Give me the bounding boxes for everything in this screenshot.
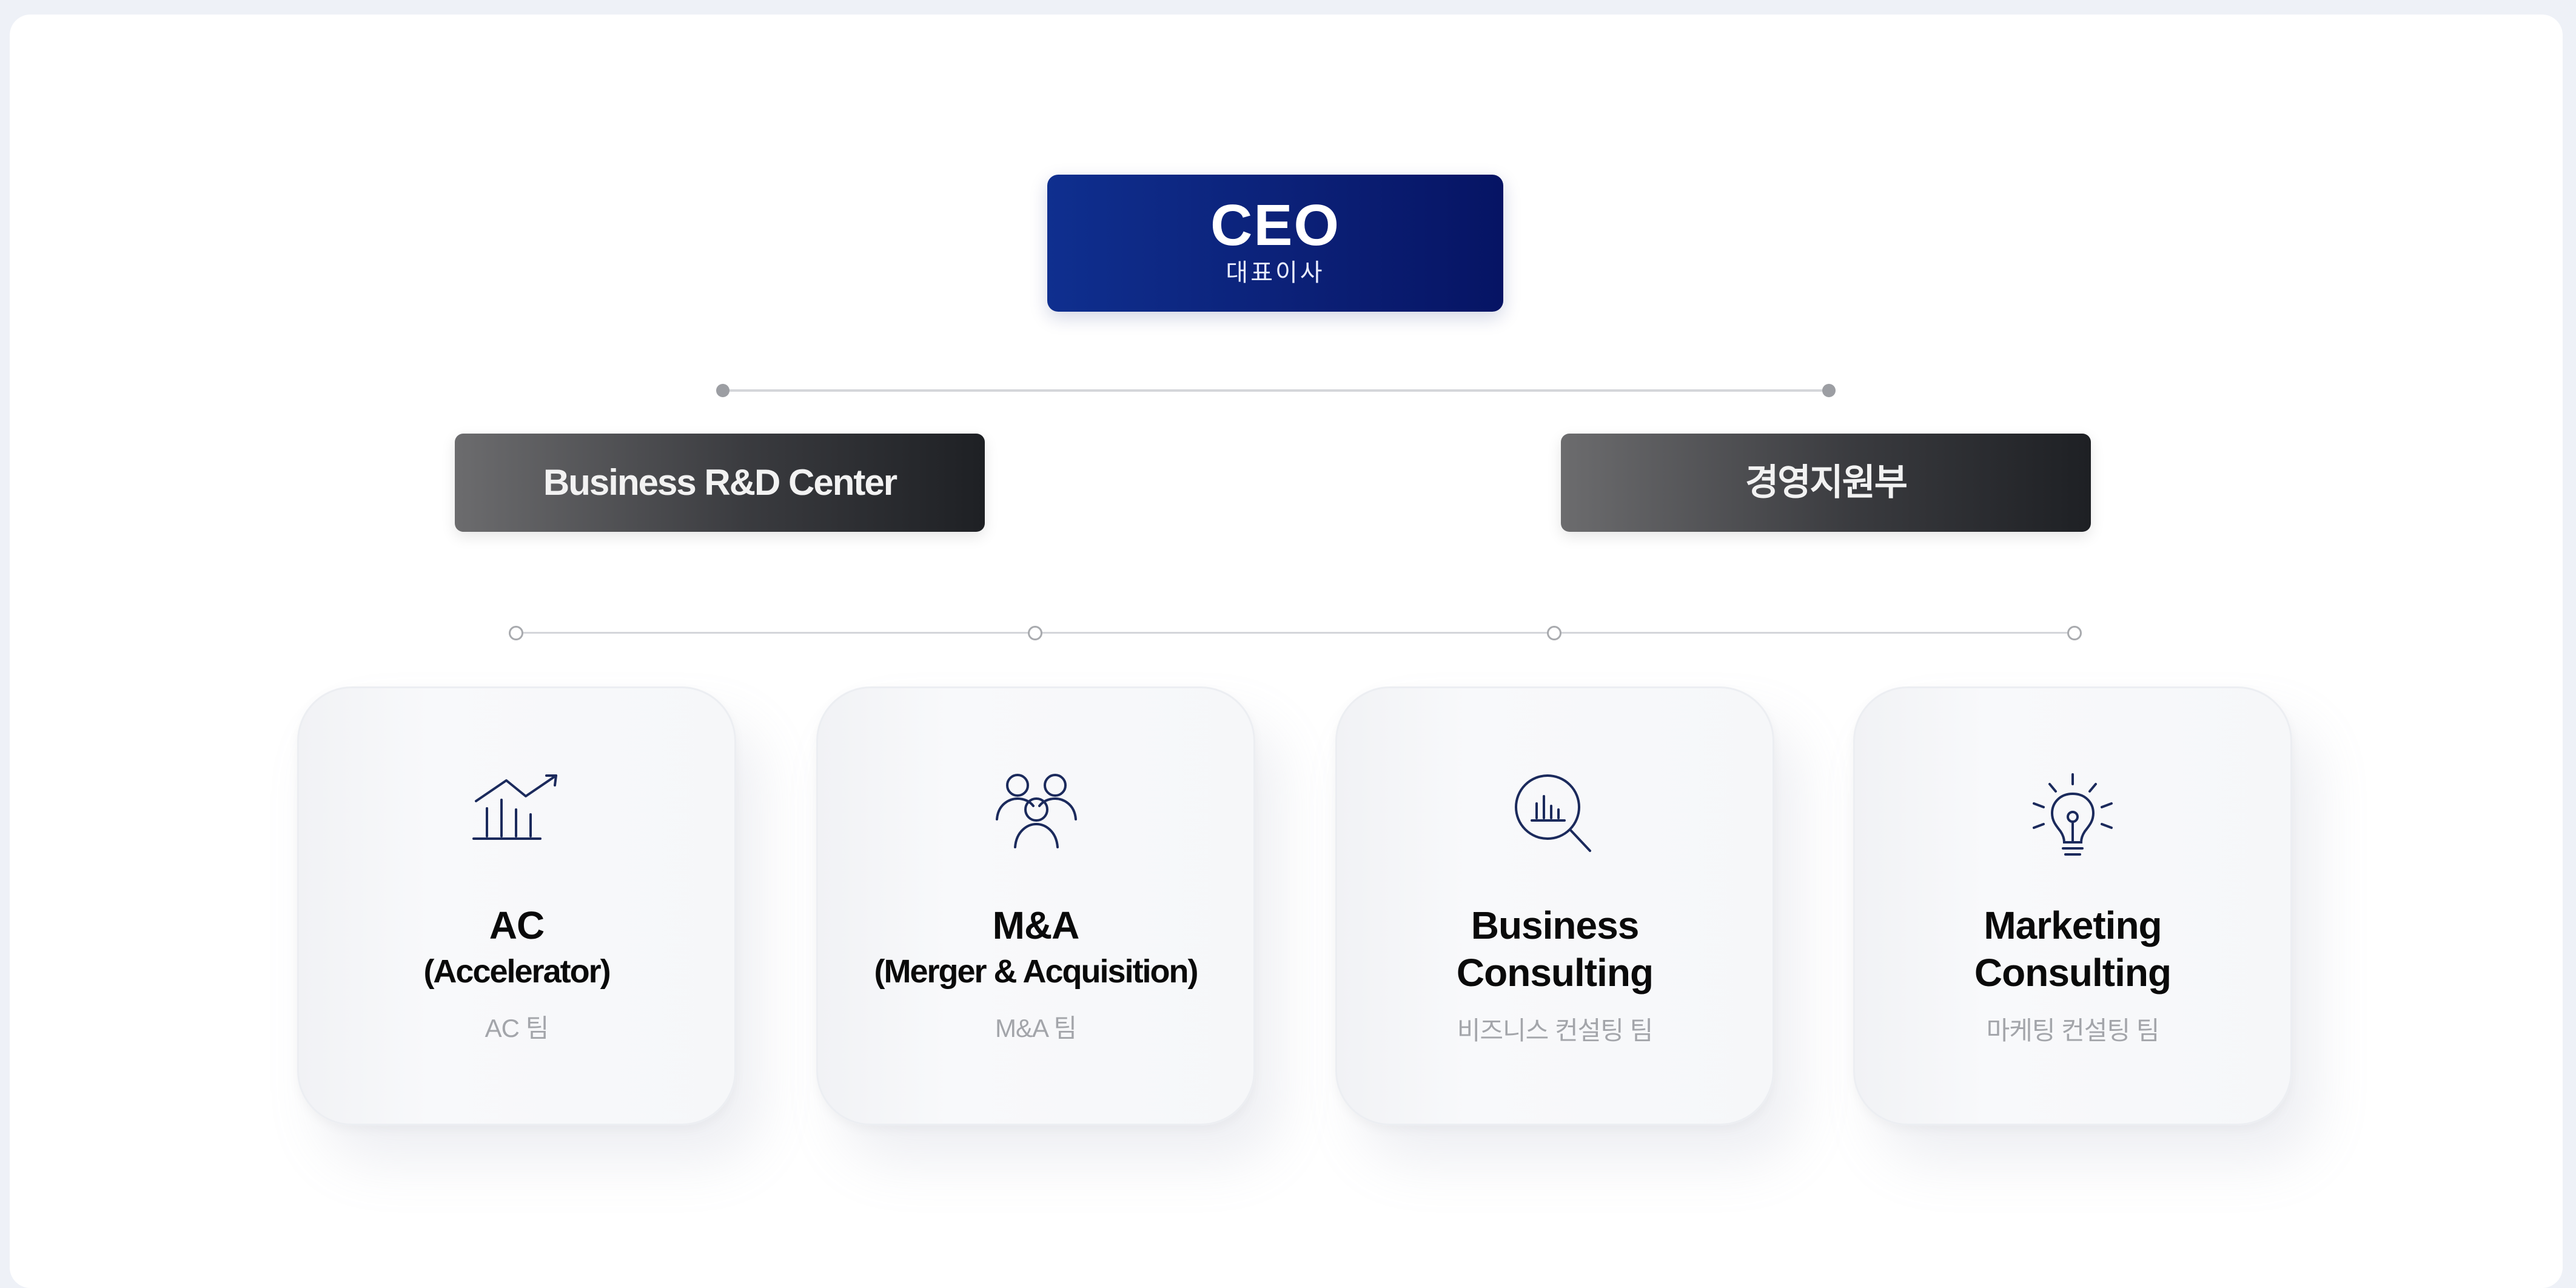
growth-chart-icon <box>299 772 734 857</box>
team-title-secondary: (Accelerator) <box>423 953 611 990</box>
team-subtitle: AC 팀 <box>485 1014 549 1042</box>
team-connector-dot-1 <box>509 626 523 640</box>
ceo-connector-dot-right <box>1822 384 1836 397</box>
team-connector-line <box>516 632 2075 634</box>
team-title: Business <box>1471 904 1640 947</box>
team-subtitle: 마케팅 컨설팅 팀 <box>1986 1016 2160 1045</box>
team-title: M&A <box>992 904 1080 947</box>
people-group-icon <box>818 772 1253 857</box>
team-subtitle: M&A 팀 <box>995 1014 1077 1042</box>
team-connector-dot-4 <box>2067 626 2082 640</box>
team-card-ac: AC (Accelerator) AC 팀 <box>297 686 736 1125</box>
department-business-rnd-center: Business R&D Center <box>455 434 985 532</box>
department-management-support: 경영지원부 <box>1561 434 2091 532</box>
team-card-business-consulting: Business Consulting 비즈니스 컨설팅 팀 <box>1335 686 1774 1125</box>
team-title-secondary: (Merger & Acquisition) <box>874 953 1198 990</box>
team-subtitle: 비즈니스 컨설팅 팀 <box>1457 1016 1653 1045</box>
team-connector-dot-3 <box>1547 626 1561 640</box>
team-title: Marketing <box>1984 904 2162 947</box>
ceo-subtitle: 대표이사 <box>1226 260 1325 286</box>
team-card-mna: M&A (Merger & Acquisition) M&A 팀 <box>816 686 1255 1125</box>
lightbulb-icon <box>1855 772 2290 857</box>
magnifier-chart-icon <box>1337 772 1773 857</box>
team-card-marketing-consulting: Marketing Consulting 마케팅 컨설팅 팀 <box>1853 686 2292 1125</box>
ceo-connector-line <box>723 389 1829 392</box>
ceo-connector-dot-left <box>716 384 730 397</box>
team-title-secondary: Consulting <box>1456 951 1654 995</box>
ceo-box: CEO 대표이사 <box>1047 175 1503 312</box>
team-title: AC <box>489 904 545 947</box>
team-title-secondary: Consulting <box>1974 951 2172 995</box>
ceo-title: CEO <box>1210 193 1341 258</box>
team-connector-dot-2 <box>1028 626 1042 640</box>
